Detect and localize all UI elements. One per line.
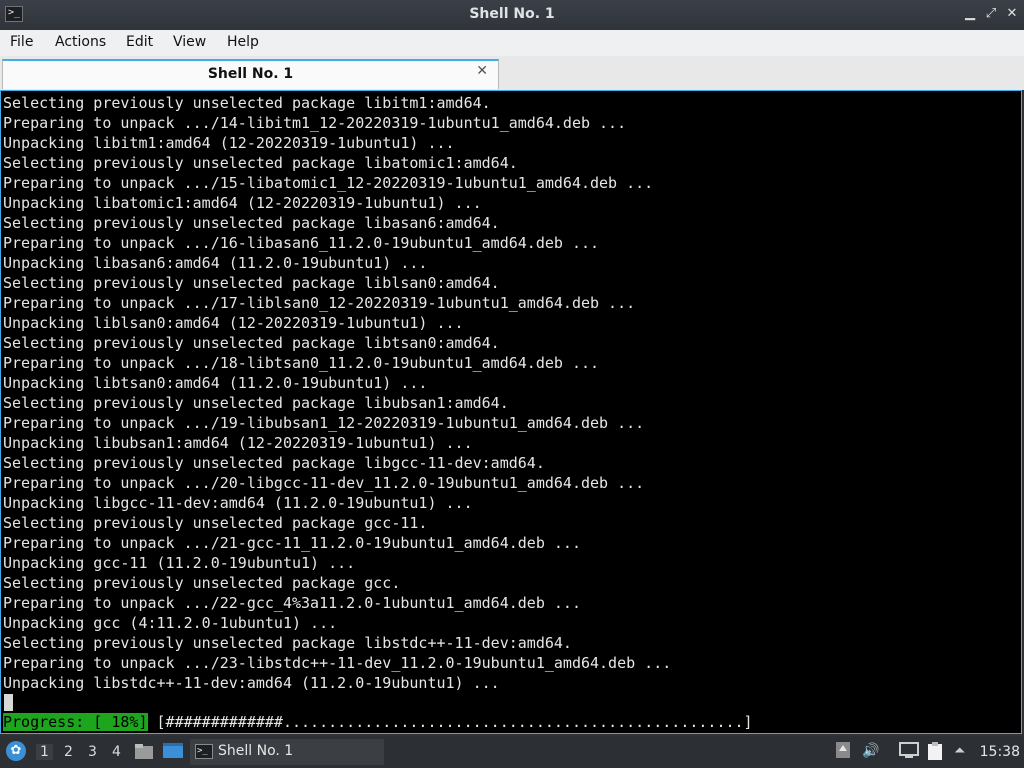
- terminal-line: Unpacking gcc-11 (11.2.0-19ubuntu1) ...: [3, 554, 356, 572]
- terminal-icon: >_: [195, 744, 213, 759]
- terminal-line: Selecting previously unselected package …: [3, 334, 500, 352]
- menu-edit[interactable]: Edit: [126, 34, 153, 50]
- terminal-line: Selecting previously unselected package …: [3, 394, 509, 412]
- file-manager-icon[interactable]: [134, 741, 154, 761]
- terminal-cursor: [4, 694, 13, 711]
- maximize-icon: ⤢: [985, 6, 997, 21]
- terminal-line: Preparing to unpack .../23-libstdc++-11-…: [3, 654, 672, 672]
- clock[interactable]: 15:38: [980, 744, 1020, 760]
- terminal-line: Preparing to unpack .../19-libubsan1_12-…: [3, 414, 645, 432]
- window-title: Shell No. 1: [469, 6, 555, 22]
- tab-bar: Shell No. 1 ✕: [0, 56, 1024, 90]
- menu-help[interactable]: Help: [227, 34, 259, 50]
- menu-actions[interactable]: Actions: [55, 34, 106, 50]
- terminal-lines: Selecting previously unselected package …: [3, 93, 671, 693]
- workspace-3[interactable]: 3: [88, 744, 97, 760]
- show-desktop-icon[interactable]: [162, 741, 183, 761]
- minimize-icon: ▁: [965, 6, 975, 21]
- terminal-line: Preparing to unpack .../22-gcc_4%3a11.2.…: [3, 594, 581, 612]
- start-menu-icon[interactable]: ✿: [6, 741, 26, 761]
- terminal-line: Unpacking libubsan1:amd64 (12-20220319-1…: [3, 434, 473, 452]
- terminal-line: Unpacking liblsan0:amd64 (12-20220319-1u…: [3, 314, 464, 332]
- network-icon[interactable]: [899, 741, 919, 761]
- menubar: File Actions Edit View Help: [0, 30, 1024, 57]
- terminal-line: Selecting previously unselected package …: [3, 454, 545, 472]
- terminal-line: Preparing to unpack .../14-libitm1_12-20…: [3, 114, 627, 132]
- terminal-output[interactable]: Selecting previously unselected package …: [0, 90, 1022, 734]
- tab-label: Shell No. 1: [207, 66, 294, 82]
- terminal-line: Preparing to unpack .../15-libatomic1_12…: [3, 174, 654, 192]
- workspace-2[interactable]: 2: [64, 744, 73, 760]
- tab-shell-1[interactable]: Shell No. 1 ✕: [2, 59, 499, 89]
- terminal-line: Selecting previously unselected package …: [3, 574, 401, 592]
- upload-icon[interactable]: ⏶: [954, 743, 965, 759]
- close-button[interactable]: ✕: [1004, 6, 1020, 22]
- task-label: Shell No. 1: [218, 743, 294, 759]
- workspace-4[interactable]: 4: [112, 744, 121, 760]
- taskbar: ✿ 1 2 3 4 >_ Shell No. 1 🔊 ⏶ 15:38: [0, 736, 1024, 768]
- terminal-line: Selecting previously unselected package …: [3, 274, 500, 292]
- terminal-line: Preparing to unpack .../18-libtsan0_11.2…: [3, 354, 600, 372]
- update-notifier-icon[interactable]: [835, 741, 855, 761]
- progress-bar: [#############..........................…: [147, 713, 753, 731]
- tab-close-icon[interactable]: ✕: [476, 63, 488, 79]
- terminal-line: Unpacking libgcc-11-dev:amd64 (11.2.0-19…: [3, 494, 473, 512]
- close-icon: ✕: [1006, 6, 1018, 21]
- taskbar-task-shell[interactable]: >_ Shell No. 1: [190, 739, 384, 765]
- workspace-1[interactable]: 1: [36, 744, 53, 760]
- progress-label: Progress: [ 18%]: [3, 713, 148, 731]
- terminal-line: Unpacking libitm1:amd64 (12-20220319-1ub…: [3, 134, 455, 152]
- terminal-line: Unpacking gcc (4:11.2.0-1ubuntu1) ...: [3, 614, 338, 632]
- terminal-line: Selecting previously unselected package …: [3, 214, 500, 232]
- terminal-line: Selecting previously unselected package …: [3, 634, 572, 652]
- terminal-line: Preparing to unpack .../17-liblsan0_12-2…: [3, 294, 636, 312]
- terminal-line: Selecting previously unselected package …: [3, 514, 428, 532]
- window-titlebar[interactable]: >_ Shell No. 1 ▁ ⤢ ✕: [0, 0, 1024, 30]
- apt-progress: Progress: [ 18%] [#############.........…: [3, 713, 753, 733]
- volume-icon[interactable]: 🔊: [862, 743, 879, 759]
- terminal-line: Unpacking libasan6:amd64 (11.2.0-19ubunt…: [3, 254, 428, 272]
- menu-file[interactable]: File: [10, 34, 33, 50]
- terminal-line: Preparing to unpack .../20-libgcc-11-dev…: [3, 474, 645, 492]
- terminal-line: Preparing to unpack .../21-gcc-11_11.2.0…: [3, 534, 581, 552]
- maximize-button[interactable]: ⤢: [983, 6, 999, 22]
- clipboard-icon[interactable]: [926, 741, 946, 761]
- terminal-line: Selecting previously unselected package …: [3, 94, 491, 112]
- terminal-line: Preparing to unpack .../16-libasan6_11.2…: [3, 234, 600, 252]
- terminal-line: Unpacking libtsan0:amd64 (11.2.0-19ubunt…: [3, 374, 428, 392]
- terminal-line: Unpacking libatomic1:amd64 (12-20220319-…: [3, 194, 482, 212]
- minimize-button[interactable]: ▁: [962, 6, 978, 22]
- terminal-line: Unpacking libstdc++-11-dev:amd64 (11.2.0…: [3, 674, 500, 692]
- menu-view[interactable]: View: [173, 34, 206, 50]
- terminal-line: Selecting previously unselected package …: [3, 154, 518, 172]
